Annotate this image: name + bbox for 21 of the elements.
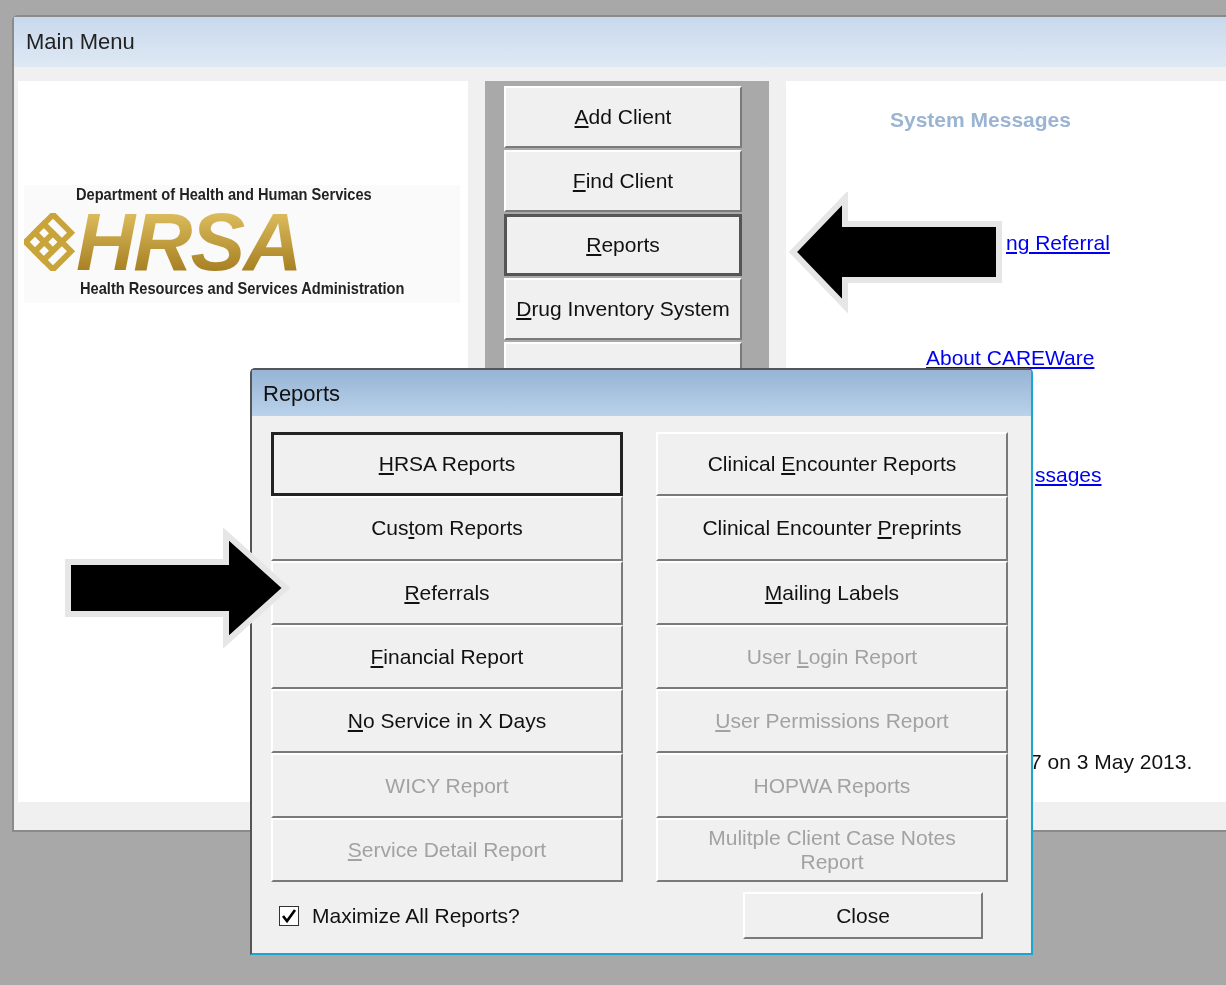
report-button[interactable]: Financial Report [271, 624, 623, 690]
report-button[interactable]: Clinical Encounter Reports [656, 432, 1008, 497]
report-button[interactable]: Clinical Encounter Preprints [656, 496, 1008, 561]
report-button[interactable]: Referrals [271, 560, 623, 625]
close-button[interactable]: Close [743, 892, 983, 940]
menu-button[interactable]: Reports [504, 214, 742, 276]
report-button[interactable]: HRSA Reports [271, 432, 623, 497]
menu-button[interactable]: Drug Inventory System [504, 278, 742, 340]
report-button[interactable]: Mailing Labels [656, 560, 1008, 625]
window-title: Main Menu [14, 17, 1226, 67]
menu-button[interactable]: Find Client [504, 150, 742, 212]
checkbox-label: Maximize All Reports? [312, 903, 520, 928]
message-link[interactable]: ssages [1035, 463, 1102, 487]
messages-heading: System Messages [890, 108, 1071, 132]
report-button[interactable]: No Service in X Days [271, 689, 623, 754]
report-button[interactable]: Custom Reports [271, 496, 623, 561]
message-link[interactable]: ng Referral [1006, 231, 1110, 255]
maximize-checkbox[interactable] [279, 905, 299, 926]
dialog-title: Reports [252, 370, 1031, 416]
menu-button[interactable]: Add Client [504, 86, 742, 148]
message-link[interactable]: About CAREWare [926, 346, 1095, 370]
